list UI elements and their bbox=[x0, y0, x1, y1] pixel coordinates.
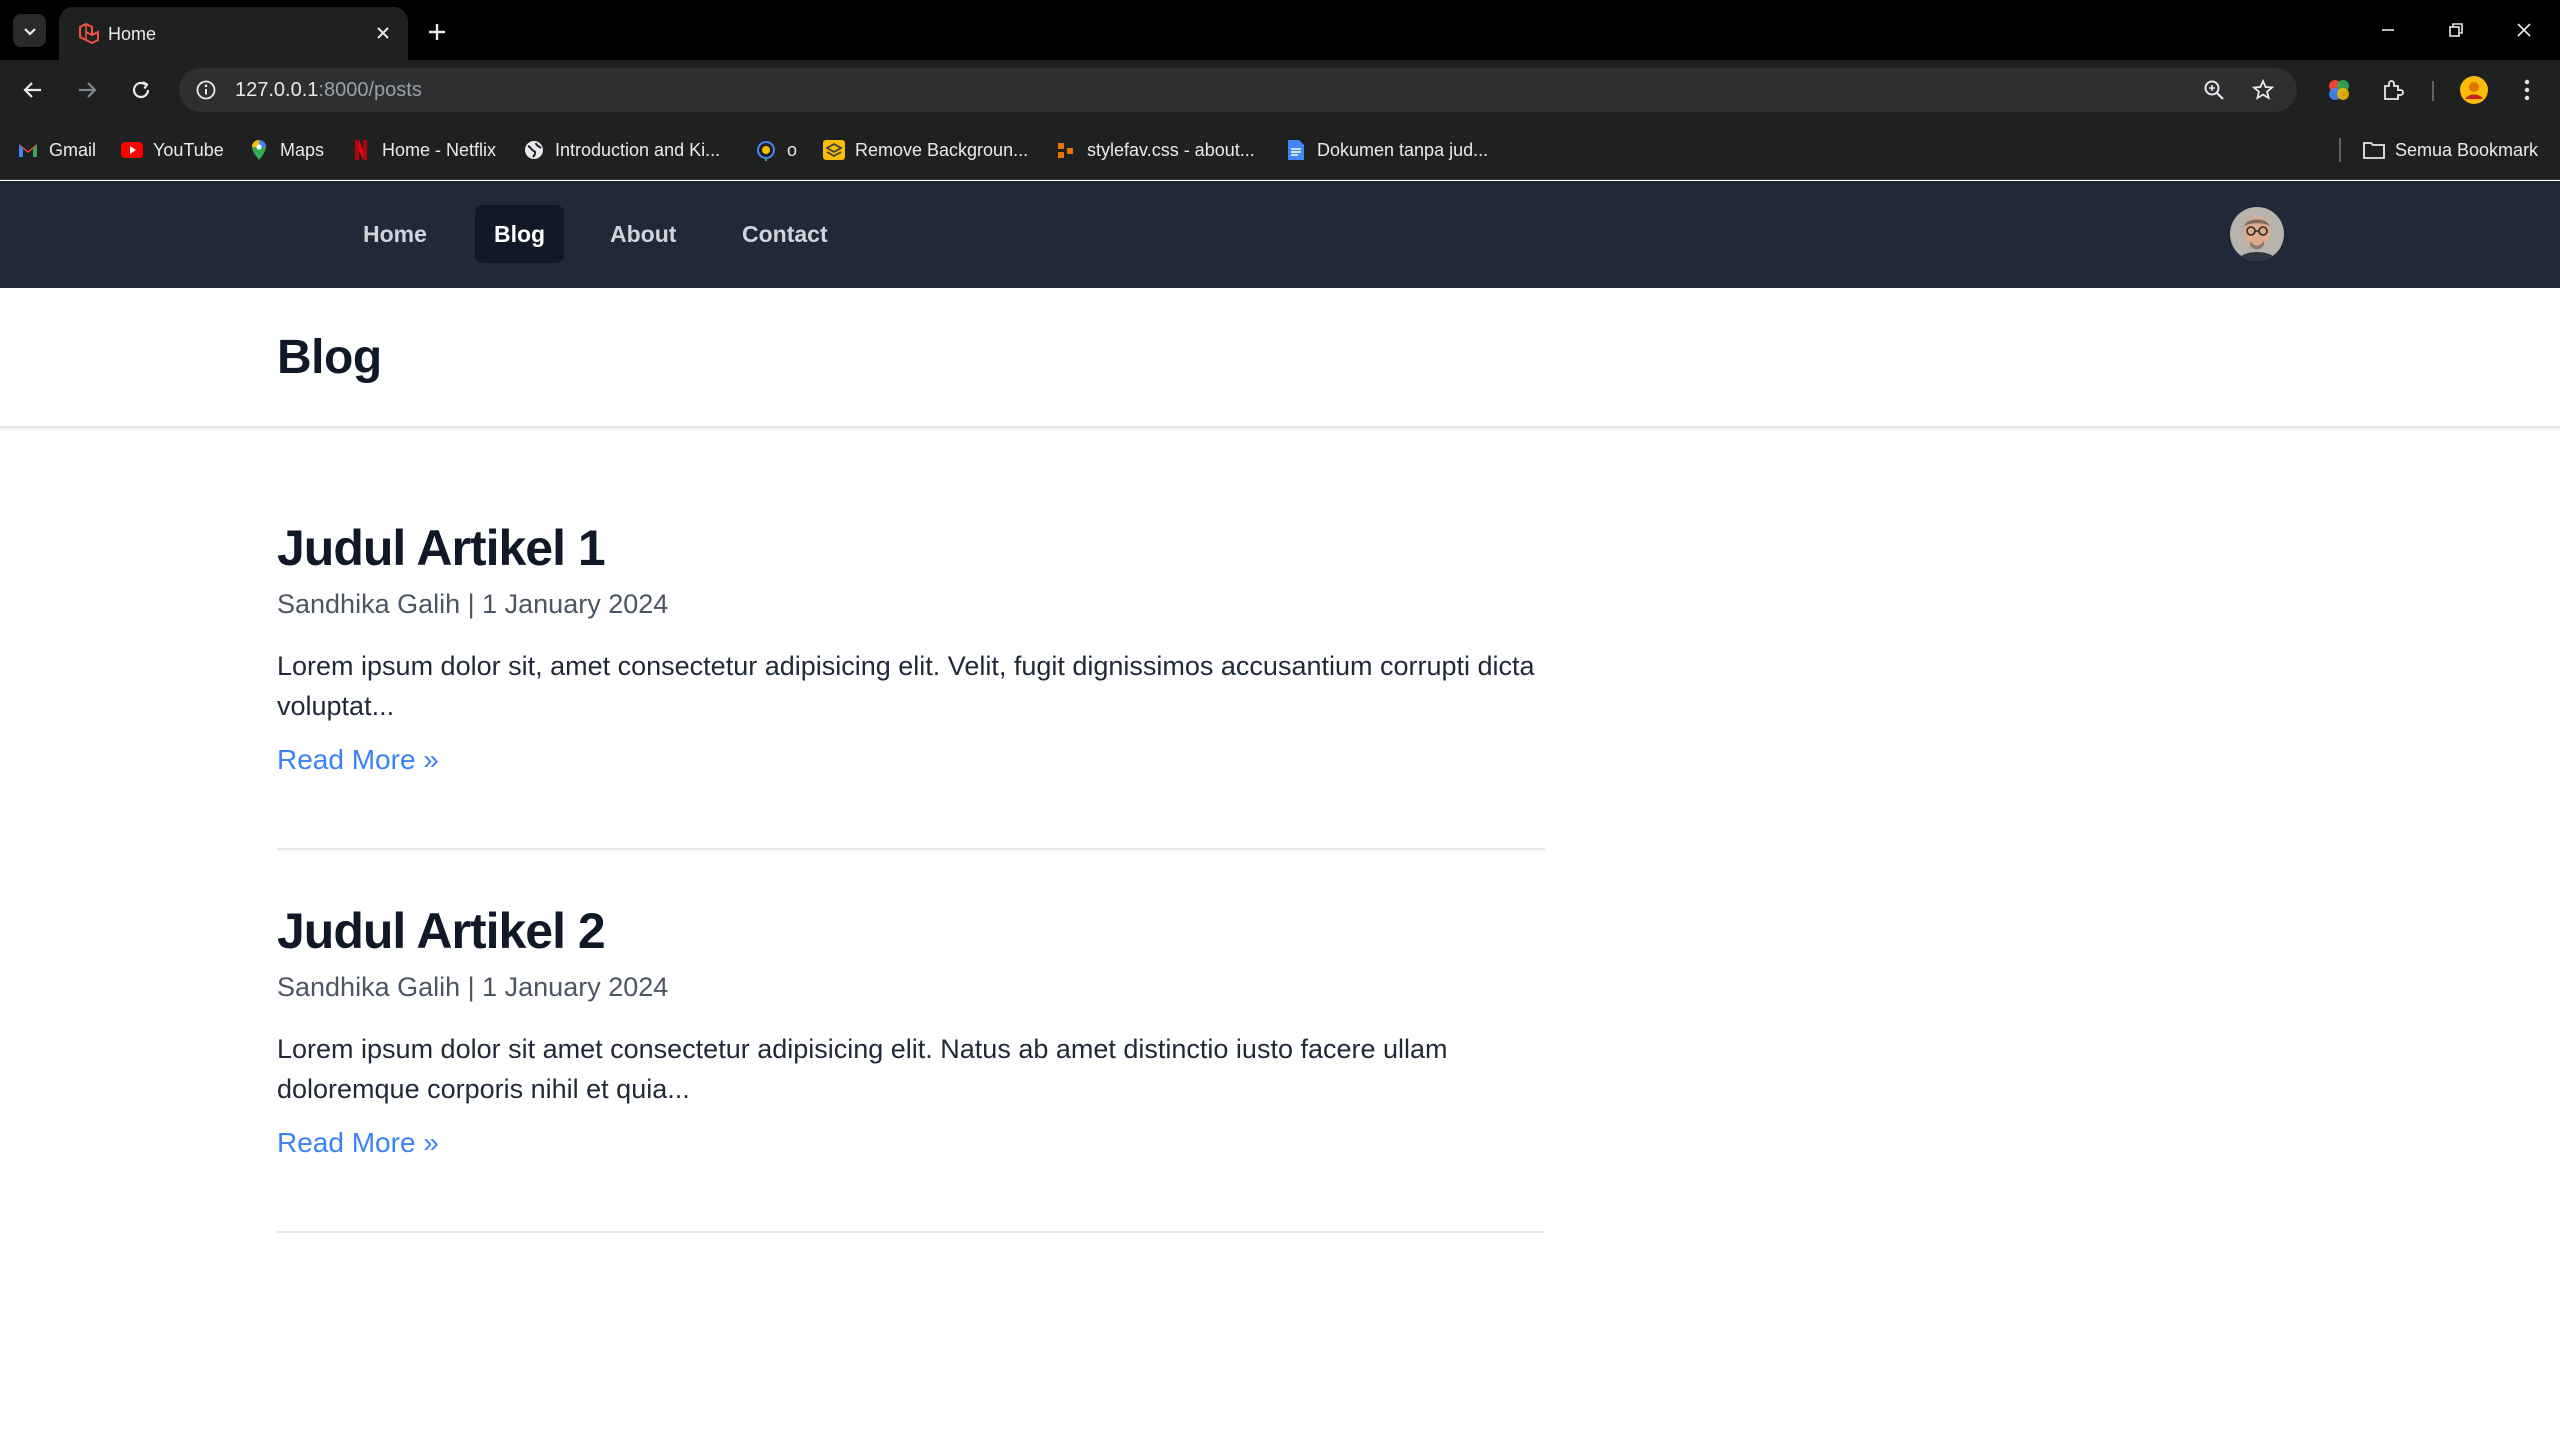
read-more-link[interactable]: Read More » bbox=[277, 1125, 439, 1161]
info-icon bbox=[196, 80, 216, 100]
folder-icon bbox=[2363, 139, 2385, 161]
globe-icon bbox=[523, 139, 545, 161]
arrow-left-icon bbox=[23, 82, 41, 98]
laravel-favicon-icon bbox=[79, 22, 99, 45]
browser-menu-button[interactable] bbox=[2510, 73, 2544, 107]
zoom-button[interactable] bbox=[2199, 75, 2229, 105]
forward-button[interactable] bbox=[69, 72, 105, 108]
bookmark-label: o bbox=[787, 139, 798, 160]
bookmark-star-button[interactable] bbox=[2248, 75, 2278, 105]
gmail-icon bbox=[17, 139, 39, 161]
reload-icon bbox=[132, 81, 150, 99]
tab-title: Home bbox=[108, 24, 157, 44]
restore-icon bbox=[2449, 23, 2463, 37]
bookmark-label: YouTube bbox=[153, 139, 224, 160]
bookmark-gmail[interactable]: Gmail bbox=[17, 136, 96, 164]
toolbar-separator bbox=[2432, 81, 2434, 101]
read-more-link[interactable]: Read More » bbox=[277, 742, 439, 778]
extensions-button[interactable] bbox=[2376, 73, 2410, 107]
kebab-menu-icon bbox=[2524, 79, 2530, 101]
url-text: 127.0.0.1:8000/posts bbox=[235, 78, 422, 102]
back-button[interactable] bbox=[15, 72, 51, 108]
bookmark-label: Remove Backgroun... bbox=[855, 139, 1029, 160]
bookmark-stylefav[interactable]: stylefav.css - about... bbox=[1055, 136, 1255, 164]
bookmark-introduction[interactable]: Introduction and Ki... bbox=[523, 136, 720, 164]
page-title: Blog bbox=[277, 331, 382, 384]
zoom-icon bbox=[2204, 80, 2224, 100]
site-navbar: Home Blog About Contact bbox=[0, 181, 2560, 288]
post-divider bbox=[277, 848, 1545, 850]
bookmark-netflix[interactable]: Home - Netflix bbox=[350, 136, 496, 164]
post-title[interactable]: Judul Artikel 2 bbox=[277, 899, 606, 963]
bookmark-o[interactable]: o bbox=[755, 136, 797, 164]
all-bookmarks-label: Semua Bookmark bbox=[2395, 139, 2539, 160]
minimize-icon bbox=[2382, 29, 2394, 31]
bookmark-dokumen[interactable]: Dokumen tanpa jud... bbox=[1285, 136, 1488, 164]
user-avatar[interactable] bbox=[2230, 207, 2284, 261]
post-excerpt: Lorem ipsum dolor sit, amet consectetur … bbox=[277, 651, 1535, 721]
minimize-button[interactable] bbox=[2358, 8, 2418, 52]
profile-button[interactable] bbox=[2457, 73, 2491, 107]
nav-link-contact[interactable]: Contact bbox=[723, 205, 847, 263]
bookmark-youtube[interactable]: YouTube bbox=[121, 136, 224, 164]
tab-search-button[interactable] bbox=[13, 14, 46, 47]
page-header: Blog bbox=[0, 288, 2560, 428]
nav-link-home[interactable]: Home bbox=[344, 205, 446, 263]
extension-color-button[interactable] bbox=[2322, 73, 2356, 107]
reload-button[interactable] bbox=[123, 72, 159, 108]
browser-tab-active[interactable]: Home bbox=[59, 7, 408, 60]
browser-tab-strip: Home bbox=[0, 0, 2560, 60]
bookmark-label: Gmail bbox=[49, 139, 97, 160]
post-excerpt: Lorem ipsum dolor sit amet consectetur a… bbox=[277, 1034, 1448, 1104]
close-icon bbox=[377, 27, 389, 39]
new-tab-button[interactable] bbox=[420, 15, 454, 49]
site-icon bbox=[755, 139, 777, 161]
color-picker-icon bbox=[2329, 80, 2349, 100]
bookmarks-separator bbox=[2339, 138, 2341, 162]
url-path: :8000/posts bbox=[318, 79, 422, 101]
post-meta: Sandhika Galih | 1 January 2024 bbox=[277, 972, 669, 1002]
star-icon bbox=[2251, 78, 2275, 100]
nav-link-blog[interactable]: Blog bbox=[475, 205, 565, 263]
bookmark-label: stylefav.css - about... bbox=[1087, 139, 1255, 160]
profile-avatar-icon bbox=[2460, 76, 2488, 104]
post-title[interactable]: Judul Artikel 1 bbox=[277, 516, 606, 580]
docs-icon bbox=[1285, 139, 1307, 161]
nav-link-about[interactable]: About bbox=[591, 205, 695, 263]
url-host: 127.0.0.1 bbox=[235, 79, 319, 101]
plus-icon bbox=[429, 24, 445, 40]
bookmark-label: Introduction and Ki... bbox=[555, 139, 721, 160]
netflix-icon bbox=[350, 139, 372, 161]
bookmark-maps[interactable]: Maps bbox=[248, 136, 324, 164]
post-meta: Sandhika Galih | 1 January 2024 bbox=[277, 589, 669, 619]
arrow-right-icon bbox=[79, 82, 97, 98]
restore-button[interactable] bbox=[2426, 8, 2486, 52]
close-window-button[interactable] bbox=[2494, 8, 2554, 52]
bookmarks-bar: Gmail YouTube Maps Home - Netflix Introd… bbox=[0, 120, 2560, 180]
bookmark-label: Home - Netflix bbox=[382, 139, 497, 160]
chevron-down-icon bbox=[23, 27, 36, 36]
code-icon bbox=[1055, 139, 1077, 161]
youtube-icon bbox=[121, 139, 143, 161]
maps-icon bbox=[248, 139, 270, 161]
bookmark-label: Dokumen tanpa jud... bbox=[1317, 139, 1489, 160]
close-icon bbox=[2517, 23, 2531, 37]
remove-bg-icon bbox=[823, 139, 845, 161]
all-bookmarks-button[interactable]: Semua Bookmark bbox=[2363, 136, 2538, 164]
address-bar[interactable]: 127.0.0.1:8000/posts bbox=[179, 68, 2297, 112]
puzzle-icon bbox=[2384, 80, 2404, 100]
post-divider bbox=[277, 1231, 1545, 1233]
browser-toolbar: 127.0.0.1:8000/posts bbox=[0, 60, 2560, 120]
bookmark-remove-bg[interactable]: Remove Backgroun... bbox=[823, 136, 1028, 164]
site-info-button[interactable] bbox=[193, 77, 219, 103]
tab-close-button[interactable] bbox=[370, 20, 396, 46]
bookmark-label: Maps bbox=[280, 139, 325, 160]
user-avatar-icon bbox=[2230, 207, 2284, 261]
